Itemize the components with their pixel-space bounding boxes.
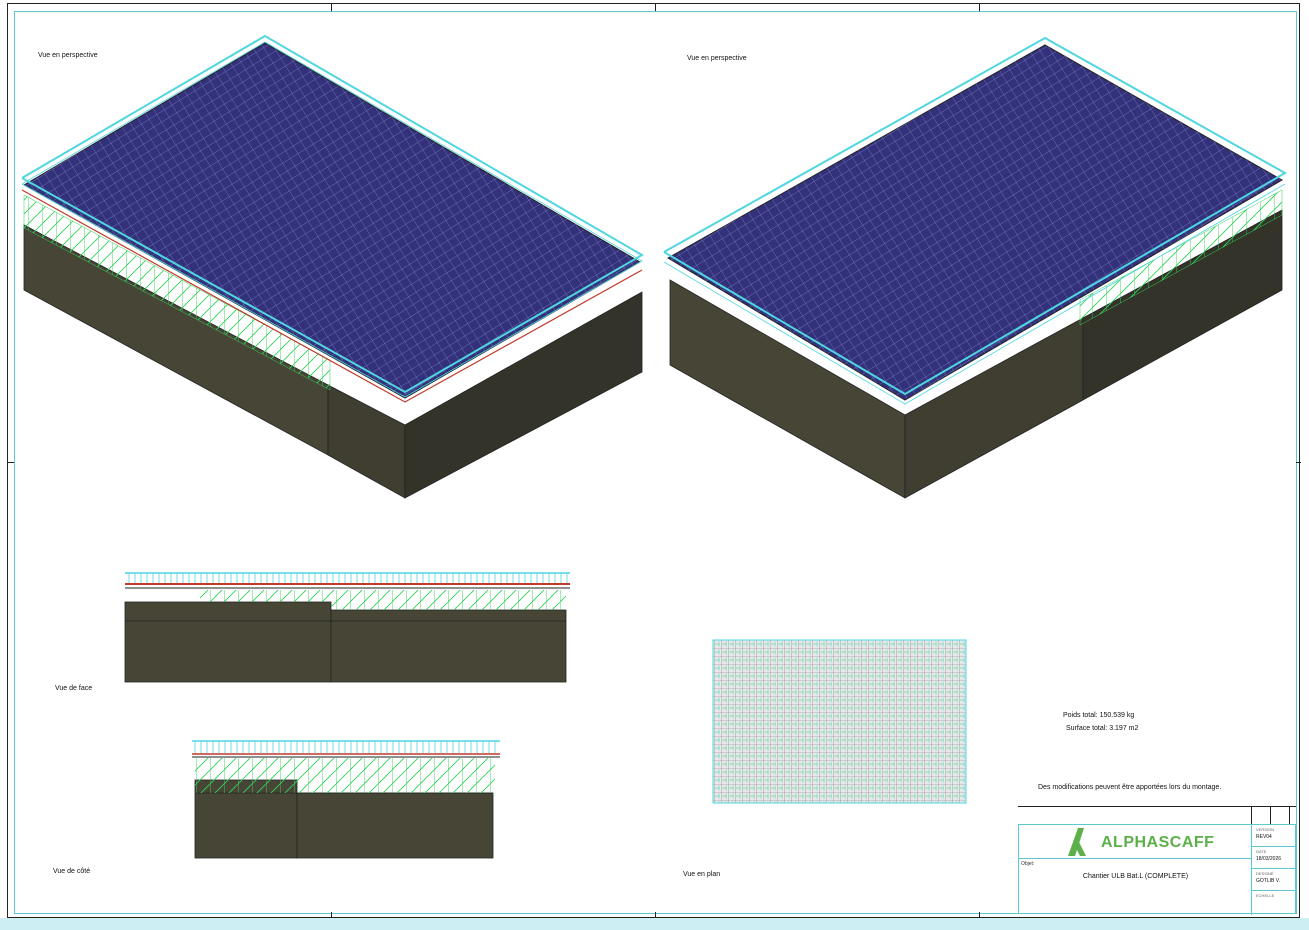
scaffold-bracing (195, 758, 495, 793)
object-label: Objet: (1021, 861, 1035, 867)
perspective-left-label: Vue en perspective (38, 52, 98, 59)
field-value: GOTLIB V. (1256, 878, 1280, 884)
title-block-logo-area: ALPHASCAFF (1019, 825, 1252, 859)
field-key: ECHELLE (1256, 893, 1275, 898)
building-wall (124, 601, 332, 683)
title-block: ALPHASCAFF Objet: Chantier ULB Bat.L (CO… (1018, 824, 1297, 915)
perspective-right-label: Vue en perspective (687, 55, 747, 62)
guardrail-posts (192, 741, 500, 753)
scaffold-bracing (200, 590, 331, 602)
perspective-view-left (21, 34, 644, 499)
field-key: DATE (1256, 849, 1267, 854)
plan-view (712, 639, 967, 804)
scaffold-bracing (331, 590, 566, 610)
side-view (192, 740, 500, 859)
title-block-field-version: VERSION REV04 (1252, 825, 1297, 847)
title-block-header-row (1018, 806, 1296, 825)
total-weight: Poids total: 150.539 kg (1063, 712, 1135, 719)
field-key: DESSINÉ (1256, 871, 1274, 876)
field-value: REV04 (1256, 834, 1272, 840)
building-wall-right-face (327, 384, 406, 499)
title-block-field-scale: ECHELLE (1252, 891, 1297, 915)
field-key: VERSION (1256, 827, 1275, 832)
front-view-label: Vue de face (55, 685, 93, 692)
title-block-object: Objet: Chantier ULB Bat.L (COMPLETE) (1019, 859, 1252, 915)
modification-note: Des modifications peuvent être apportées… (1038, 784, 1222, 791)
field-value: 18/03/2026 (1256, 856, 1282, 862)
title-block-field-date: DATE 18/03/2026 (1252, 847, 1297, 869)
side-view-label: Vue de côté (53, 868, 91, 875)
title-block-field-author: DESSINÉ GOTLIB V. (1252, 869, 1297, 891)
plan-grid (712, 639, 967, 804)
front-view (124, 572, 570, 683)
total-surface: Surface total: 3.197 m2 (1066, 725, 1139, 732)
building-wall (296, 792, 494, 859)
perspective-view-right (663, 36, 1288, 499)
object-value: Chantier ULB Bat.L (COMPLETE) (1082, 873, 1189, 880)
brand-name: ALPHASCAFF (1101, 834, 1215, 851)
plan-view-label: Vue en plan (683, 871, 721, 878)
